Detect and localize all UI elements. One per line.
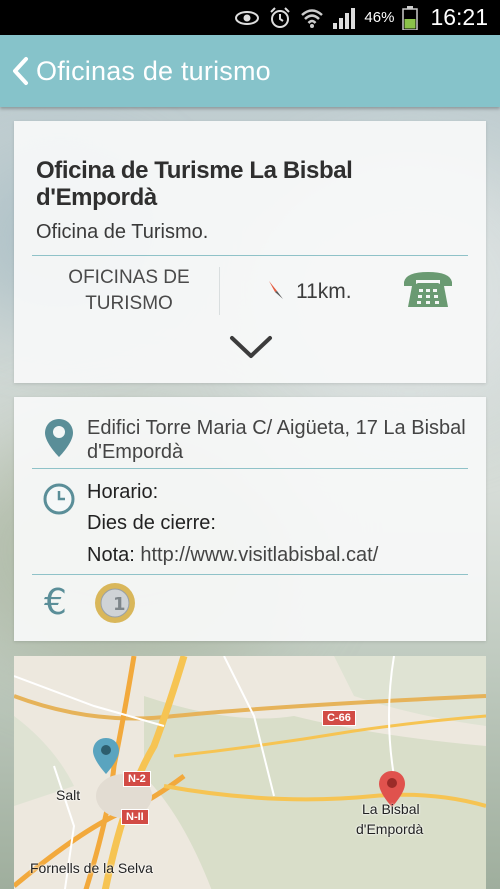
- divider: [32, 255, 468, 256]
- road-label: N-2: [123, 771, 151, 787]
- clock-icon: [42, 482, 76, 516]
- map-place-label: Fornells de la Selva: [30, 860, 153, 876]
- app-bar: Oficinas de turismo: [0, 35, 500, 107]
- phone-icon[interactable]: [402, 269, 454, 309]
- divider: [219, 267, 220, 315]
- schedule-row: Horario:: [87, 481, 158, 504]
- coin-text: 1: [113, 594, 126, 615]
- status-bar: 46% 16:21: [0, 0, 500, 35]
- office-details-card: Edifici Torre Maria C/ Aigüeta, 17 La Bi…: [14, 397, 486, 641]
- note-row: Nota: http://www.visitlabisbal.cat/: [87, 544, 378, 567]
- office-type: Oficina de Turismo.: [36, 221, 209, 243]
- battery-percent: 46%: [364, 9, 395, 26]
- battery-icon: [402, 5, 419, 30]
- road-label: C-66: [322, 710, 356, 726]
- signal-icon: [332, 7, 356, 29]
- schedule-label: Horario:: [87, 481, 159, 503]
- address-text: Edifici Torre Maria C/ Aigüeta, 17 La Bi…: [87, 417, 466, 463]
- coin-icon: 1: [94, 582, 136, 624]
- map-place-label: La Bisbal: [362, 801, 420, 817]
- chevron-left-icon[interactable]: [8, 51, 32, 91]
- note-label: Nota:: [87, 544, 135, 566]
- office-name: Oficina de Turisme La Bisbal d'Empordà: [36, 157, 353, 211]
- divider: [32, 574, 468, 575]
- category-label: OFICINAS DE TURISMO: [68, 267, 190, 314]
- compass-icon: [266, 279, 286, 301]
- chevron-down-icon[interactable]: [229, 334, 273, 360]
- divider: [32, 468, 468, 469]
- clock: 16:21: [430, 4, 488, 30]
- eye-icon: [234, 9, 260, 27]
- website-link[interactable]: http://www.visitlabisbal.cat/: [140, 544, 378, 566]
- page-title[interactable]: Oficinas de turismo: [36, 56, 271, 87]
- alarm-icon: [268, 6, 292, 30]
- closing-days-row: Dies de cierre:: [87, 512, 216, 535]
- distance-value: 11km.: [296, 280, 352, 303]
- location-pin-icon: [42, 417, 76, 459]
- office-summary-card: Oficina de Turisme La Bisbal d'Empordà O…: [14, 121, 486, 383]
- map-place-label: Salt: [56, 787, 81, 803]
- location-map[interactable]: N-2 N-II C-66 Salt La Bisbal d'Empordà F…: [14, 656, 486, 889]
- wifi-icon: [300, 7, 324, 29]
- closing-days-label: Dies de cierre:: [87, 512, 216, 534]
- euro-icon: €: [44, 582, 67, 623]
- map-place-label: d'Empordà: [356, 821, 424, 837]
- road-label: N-II: [121, 809, 149, 825]
